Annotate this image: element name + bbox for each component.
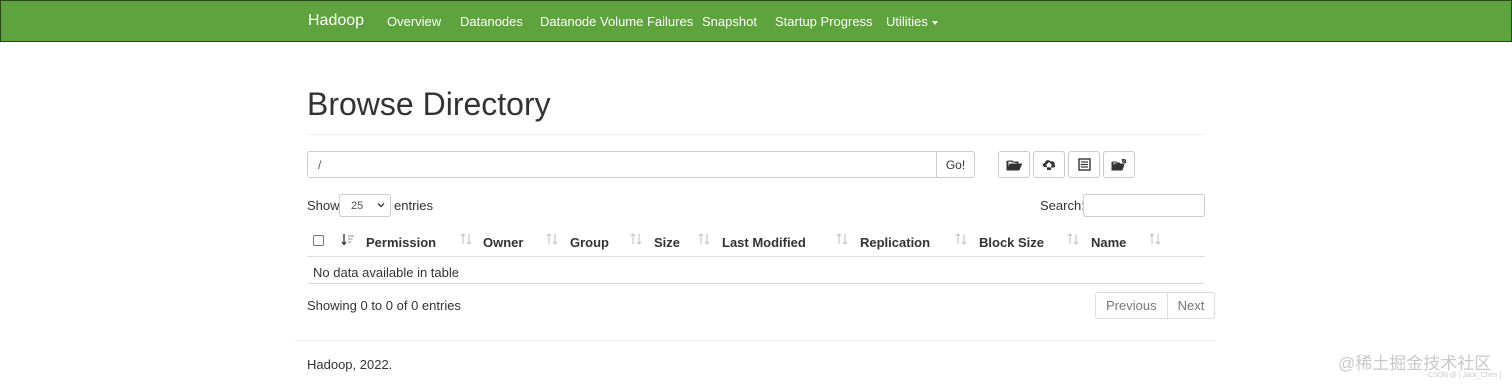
chevron-down-icon: [377, 203, 385, 208]
sort-asc-icon[interactable]: [341, 233, 355, 246]
sort-icon[interactable]: [698, 233, 710, 246]
footer-text: Hadoop, 2022.: [307, 357, 393, 372]
nav-startup-progress[interactable]: Startup Progress: [775, 14, 873, 29]
column-header-group[interactable]: Group: [570, 235, 609, 250]
cut-paste-icon: [1111, 158, 1127, 171]
empty-table-message: No data available in table: [313, 265, 459, 280]
footer-divider: [295, 340, 1215, 341]
cut-paste-button[interactable]: [1103, 151, 1135, 178]
page-title: Browse Directory: [307, 86, 551, 122]
column-header-last-modified[interactable]: Last Modified: [722, 235, 806, 250]
pagination: Previous Next: [1095, 292, 1216, 319]
sort-icon[interactable]: [836, 233, 848, 246]
nav-utilities-label: Utilities: [886, 14, 928, 29]
nav-overview[interactable]: Overview: [387, 14, 441, 29]
sort-icon[interactable]: [955, 233, 967, 246]
caret-down-icon: [931, 20, 938, 25]
column-header-size[interactable]: Size: [654, 235, 680, 250]
folder-open-icon: [1006, 160, 1022, 170]
previous-button[interactable]: Previous: [1095, 292, 1168, 319]
cloud-upload-icon: [1042, 160, 1056, 170]
column-header-block-size[interactable]: Block Size: [979, 235, 1044, 250]
show-label: Show: [307, 198, 340, 213]
directory-path-input[interactable]: [307, 151, 937, 178]
next-button[interactable]: Next: [1167, 292, 1216, 319]
search-label: Search:: [1040, 198, 1085, 213]
watermark-sub: CSDN @ | Jack_Chen |: [1428, 372, 1502, 379]
top-navbar: Hadoop Overview Datanodes Datanode Volum…: [0, 0, 1512, 42]
sort-icon[interactable]: [460, 233, 472, 246]
sort-icon[interactable]: [1067, 233, 1079, 246]
table-header-divider: [307, 256, 1205, 257]
title-divider: [307, 134, 1205, 135]
column-header-owner[interactable]: Owner: [483, 235, 523, 250]
column-header-replication[interactable]: Replication: [860, 235, 930, 250]
nav-datanode-volume-failures[interactable]: Datanode Volume Failures: [540, 14, 693, 29]
page-length-select[interactable]: 25: [339, 194, 391, 217]
upload-button[interactable]: [1033, 151, 1065, 178]
sort-icon[interactable]: [630, 233, 642, 246]
select-all-checkbox[interactable]: [313, 235, 324, 246]
create-directory-button[interactable]: [998, 151, 1030, 178]
page-length-value: 25: [351, 200, 364, 212]
entries-label: entries: [394, 198, 434, 213]
column-header-name[interactable]: Name: [1091, 235, 1126, 250]
column-header-permission[interactable]: Permission: [366, 235, 436, 250]
nav-datanodes[interactable]: Datanodes: [460, 14, 523, 29]
table-info: Showing 0 to 0 of 0 entries: [307, 298, 461, 313]
watermark: @稀土掘金技术社区: [1338, 354, 1492, 373]
nav-snapshot[interactable]: Snapshot: [702, 14, 757, 29]
search-input[interactable]: [1083, 194, 1205, 217]
sort-icon[interactable]: [546, 233, 558, 246]
table-bottom-divider: [307, 283, 1205, 284]
nav-utilities-dropdown[interactable]: Utilities: [886, 14, 938, 29]
list-alt-icon: [1077, 158, 1091, 171]
view-list-button[interactable]: [1068, 151, 1100, 178]
go-button[interactable]: Go!: [936, 151, 975, 178]
navbar-brand[interactable]: Hadoop: [308, 12, 364, 30]
sort-icon[interactable]: [1149, 233, 1161, 246]
